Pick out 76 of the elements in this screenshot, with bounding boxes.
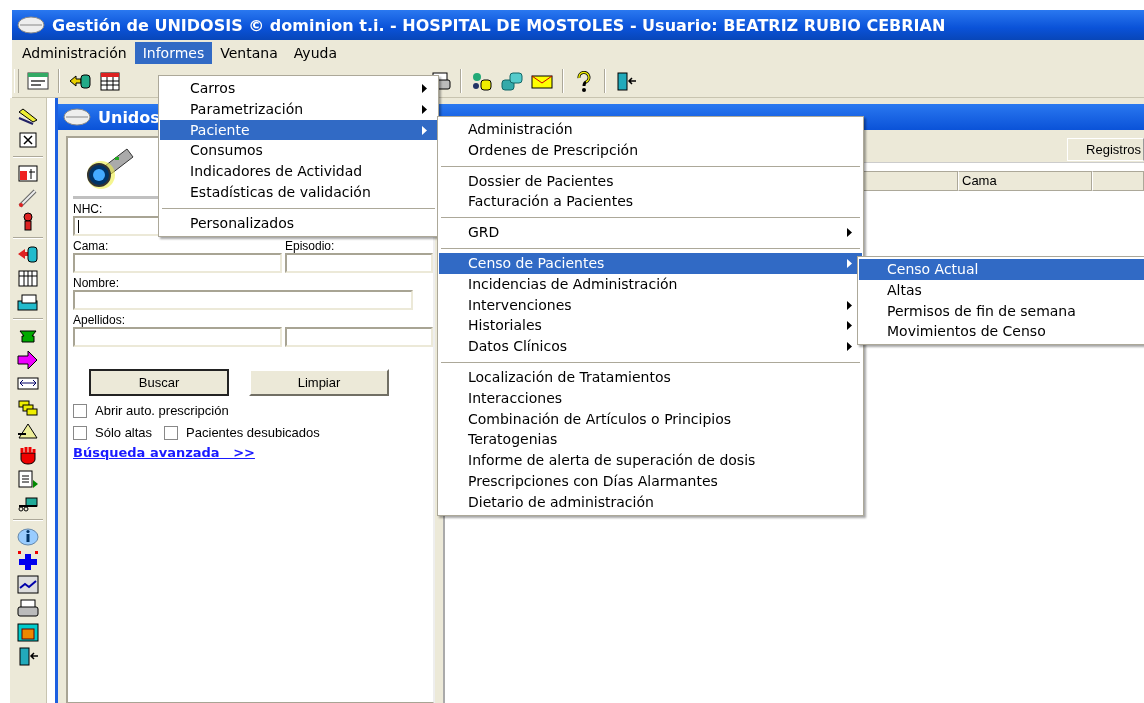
menu-item[interactable]: Interacciones: [439, 387, 862, 409]
menu-item[interactable]: Estadísticas de validación: [160, 182, 437, 203]
menu-item[interactable]: Facturación a Pacientes: [439, 191, 862, 213]
arrow-cylinder-icon[interactable]: [17, 244, 39, 265]
checkbox-label: Abrir auto. prescripción: [95, 403, 229, 418]
checkbox-label: Sólo altas: [95, 425, 153, 440]
column-header[interactable]: Cama: [958, 171, 1092, 191]
basket-icon[interactable]: [17, 622, 39, 643]
grid-icon[interactable]: [99, 70, 121, 92]
menu-item[interactable]: Altas: [859, 279, 1144, 301]
input-field[interactable]: [73, 290, 413, 310]
checkbox[interactable]: [73, 425, 87, 440]
menu-item[interactable]: Prescripciones con Días Alarmantes: [439, 470, 862, 492]
field-label: NHC:: [73, 202, 103, 216]
menu-item[interactable]: Ayuda: [285, 41, 345, 64]
text-icon[interactable]: [17, 163, 39, 184]
text-cursor: [78, 220, 79, 233]
chart-icon[interactable]: [17, 574, 39, 595]
printer-icon[interactable]: [17, 598, 39, 619]
table-icon[interactable]: [17, 268, 39, 289]
field-label: Nombre:: [73, 276, 119, 290]
exit-icon[interactable]: [17, 646, 39, 667]
input-field[interactable]: [73, 253, 282, 273]
column-header: [1092, 171, 1144, 191]
menu-item[interactable]: Carros: [160, 78, 437, 99]
hand-icon[interactable]: [17, 445, 39, 466]
menu-item[interactable]: Parametrización: [160, 98, 437, 120]
menu-item[interactable]: Informes: [134, 41, 213, 64]
menu-item[interactable]: Localización de Tratamientos: [439, 366, 862, 388]
database-icon[interactable]: [471, 70, 493, 92]
document-icon[interactable]: [17, 469, 39, 490]
advanced-search-link[interactable]: Búsqueda avanzada >>: [73, 445, 255, 460]
info-icon[interactable]: [17, 526, 39, 547]
menu-item[interactable]: Informe de alerta de superación de dosis: [439, 450, 862, 471]
exit-icon[interactable]: [615, 70, 637, 92]
cross-icon[interactable]: [17, 550, 39, 571]
menu-item[interactable]: GRD: [439, 222, 862, 243]
checkbox[interactable]: [164, 425, 179, 440]
checkbox-label: Pacientes desubicados: [186, 425, 320, 440]
field-label: Apellidos:: [73, 313, 127, 327]
menu-item[interactable]: Datos Clínicos: [439, 336, 862, 357]
menu-item[interactable]: Movimientos de Censo: [859, 321, 1144, 343]
cylinders-icon[interactable]: [501, 70, 523, 92]
menu-item[interactable]: Dossier de Pacientes: [439, 170, 862, 192]
field-label: Cama:: [73, 239, 110, 253]
close-icon[interactable]: [17, 130, 39, 151]
menu-item[interactable]: Administración: [439, 119, 862, 140]
window-title: Gestión de UNIDOSIS © dominion t.i. - HOSPITAL DE MOSTOLES - Usuario: BEATRIZ RUBIO CEBRIAN: [52, 15, 946, 35]
menu-item[interactable]: Paciente: [160, 119, 437, 141]
pen-icon[interactable]: [17, 106, 39, 127]
menu-item[interactable]: Censo Actual: [859, 259, 1144, 280]
menu-item[interactable]: Combinación de Artículos o Principios: [439, 408, 862, 430]
search-button[interactable]: Buscar: [89, 369, 229, 396]
menu-item[interactable]: Administración: [14, 41, 135, 64]
input-field[interactable]: [285, 253, 433, 273]
window-icon[interactable]: [27, 70, 49, 92]
window-title: Unidos: [98, 107, 160, 127]
clear-button[interactable]: Limpiar: [249, 369, 389, 396]
menu-item[interactable]: Personalizados: [160, 212, 437, 234]
menu-item[interactable]: Dietario de administración: [439, 491, 862, 513]
checkbox[interactable]: [73, 403, 87, 418]
arrow-icon[interactable]: [17, 349, 39, 370]
input-field[interactable]: [285, 327, 433, 347]
menu-item[interactable]: Censo de Pacientes: [439, 253, 862, 274]
field-label: Episodio:: [285, 239, 336, 253]
records-button[interactable]: Registros: [1067, 137, 1144, 161]
stack-icon[interactable]: [17, 397, 39, 418]
menu-item[interactable]: Ventana: [212, 41, 286, 64]
menu-item[interactable]: Ordenes de Prescripción: [439, 139, 862, 161]
card-file-icon[interactable]: [17, 292, 39, 313]
menu-item[interactable]: Permisos de fin de semana: [859, 300, 1144, 322]
input-field[interactable]: [73, 327, 282, 347]
menu-item[interactable]: Consumos: [160, 140, 437, 162]
menu-item[interactable]: Indicadores de Actividad: [160, 161, 437, 182]
menu-item[interactable]: Teratogenias: [439, 429, 862, 451]
thermometer-icon[interactable]: [17, 187, 39, 208]
